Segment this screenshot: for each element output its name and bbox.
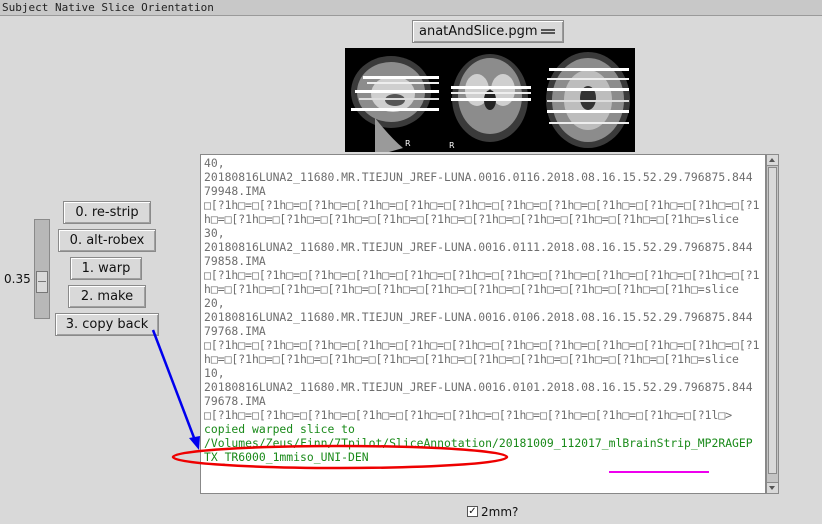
log-line: 20, bbox=[204, 296, 225, 310]
brain-thumbnails: R R bbox=[345, 48, 635, 152]
log-line: 79948.IMA bbox=[204, 184, 266, 198]
restrip-button[interactable]: 0. re-strip bbox=[63, 201, 151, 224]
log-line: 79858.IMA bbox=[204, 254, 266, 268]
log-line: 40, bbox=[204, 156, 225, 170]
log-line: 79768.IMA bbox=[204, 324, 266, 338]
log-line: 30, bbox=[204, 226, 225, 240]
window-title: Subject Native Slice Orientation bbox=[0, 0, 822, 16]
axial-thumbnail bbox=[541, 48, 635, 152]
coronal-thumbnail: R bbox=[443, 48, 537, 152]
log-line: h□=□[?1h□=□[?1h□=□[?1h□=□[?1h□=□[?1h□=□[… bbox=[204, 212, 739, 226]
log-scrollbar[interactable] bbox=[766, 154, 779, 494]
two-mm-label: 2mm? bbox=[481, 505, 519, 519]
sagittal-thumbnail: R bbox=[345, 48, 439, 152]
copy-back-button[interactable]: 3. copy back bbox=[55, 313, 159, 336]
warp-button[interactable]: 1. warp bbox=[70, 257, 142, 280]
annotation-arrow-shaft bbox=[151, 329, 198, 444]
log-line: 20180816LUNA2_11680.MR.TIEJUN_JREF-LUNA.… bbox=[204, 380, 753, 394]
thumbnail-marker-1: R bbox=[449, 141, 455, 150]
scroll-down-arrow-icon[interactable] bbox=[767, 482, 778, 493]
log-output[interactable]: 40, 20180816LUNA2_11680.MR.TIEJUN_JREF-LU… bbox=[200, 154, 766, 494]
log-line: 20180816LUNA2_11680.MR.TIEJUN_JREF-LUNA.… bbox=[204, 310, 753, 324]
scrollbar-thumb[interactable] bbox=[768, 167, 777, 474]
log-line: 20180816LUNA2_11680.MR.TIEJUN_JREF-LUNA.… bbox=[204, 240, 753, 254]
image-selector-dropdown[interactable]: anatAndSlice.pgm bbox=[412, 20, 564, 43]
make-button[interactable]: 2. make bbox=[68, 285, 146, 308]
log-line: h□=□[?1h□=□[?1h□=□[?1h□=□[?1h□=□[?1h□=□[… bbox=[204, 282, 739, 296]
log-line: h□=□[?1h□=□[?1h□=□[?1h□=□[?1h□=□[?1h□=□[… bbox=[204, 352, 739, 366]
log-line: □[?1h□=□[?1h□=□[?1h□=□[?1h□=□[?1h□=□[?1h… bbox=[204, 338, 760, 352]
scale-slider-knob[interactable] bbox=[36, 271, 48, 293]
log-line: □[?1h□=□[?1h□=□[?1h□=□[?1h□=□[?1h□=□[?1h… bbox=[204, 268, 760, 282]
log-line-copied: /Volumes/Zeus/Finn/7Tpilot/SliceAnnotati… bbox=[204, 436, 753, 450]
log-line: □[?1h□=□[?1h□=□[?1h□=□[?1h□=□[?1h□=□[?1h… bbox=[204, 408, 733, 422]
log-line: 10, bbox=[204, 366, 225, 380]
log-line-copied: TX_TR6000_1mmiso_UNI-DEN bbox=[204, 450, 369, 464]
scale-value-label: 0.35 bbox=[4, 272, 31, 286]
log-line: 20180816LUNA2_11680.MR.TIEJUN_JREF-LUNA.… bbox=[204, 170, 753, 184]
scale-slider[interactable] bbox=[34, 219, 50, 319]
scroll-up-arrow-icon[interactable] bbox=[767, 155, 778, 166]
log-line-copied: copied warped slice to bbox=[204, 422, 355, 436]
thumbnail-marker-0: R bbox=[405, 139, 411, 148]
dropdown-indicator-icon bbox=[541, 29, 555, 34]
annotation-arrow-head-icon bbox=[189, 436, 200, 450]
log-line: □[?1h□=□[?1h□=□[?1h□=□[?1h□=□[?1h□=□[?1h… bbox=[204, 198, 760, 212]
alt-robex-button[interactable]: 0. alt-robex bbox=[58, 229, 156, 252]
two-mm-checkbox[interactable]: ✓ bbox=[467, 506, 478, 517]
image-selector-value: anatAndSlice.pgm bbox=[419, 24, 538, 39]
log-line: 79678.IMA bbox=[204, 394, 266, 408]
